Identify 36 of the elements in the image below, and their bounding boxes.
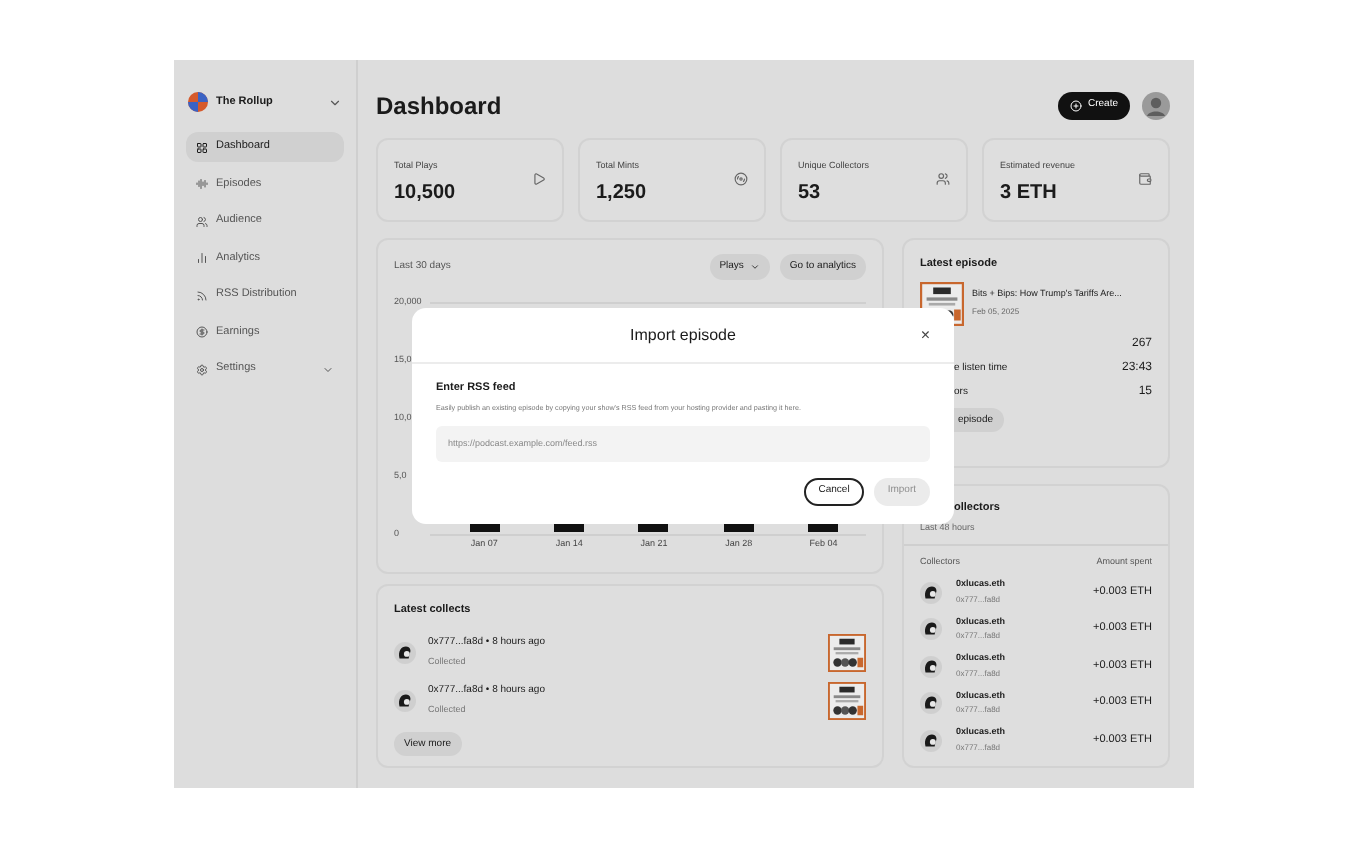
- stat-value: 53: [798, 179, 823, 208]
- chevron-icon[interactable]: [328, 95, 342, 109]
- avatar-icon: [920, 729, 942, 751]
- avatar-icon: [920, 692, 942, 714]
- wallet-icon: [1138, 172, 1152, 186]
- stat-value: 3 ETH: [1000, 179, 1059, 208]
- profile-avatar[interactable]: [1142, 92, 1170, 120]
- logo-icon: [188, 92, 208, 112]
- grid-icon: [196, 141, 208, 153]
- avatar-icon: [394, 641, 416, 664]
- avatar-icon: [920, 581, 942, 603]
- close-button[interactable]: ×: [920, 327, 930, 343]
- dollar-coin-icon: [196, 326, 208, 338]
- dialog-title: Import episode: [630, 323, 736, 347]
- chevron-icon: [749, 262, 760, 272]
- chart-bar: [469, 524, 500, 532]
- avatar-icon: [394, 689, 416, 712]
- rss-icon: [196, 289, 208, 301]
- chart-bar: [723, 524, 754, 532]
- avatar-icon: [920, 655, 942, 677]
- chart-bar: [554, 524, 585, 532]
- settings-icon: [196, 363, 208, 375]
- sound-wave-icon: [196, 178, 208, 190]
- chart-bar: [808, 524, 839, 532]
- play-icon: [532, 172, 546, 186]
- plus-icon: [1069, 100, 1082, 112]
- users-icon: [196, 215, 208, 227]
- page-title: Dashboard: [376, 90, 502, 124]
- stat-value: 10,500: [394, 179, 456, 208]
- users-icon: [936, 172, 950, 186]
- avatar-icon: [920, 618, 942, 640]
- chevron-icon: [322, 363, 334, 375]
- stat-value: 1,250: [596, 179, 647, 208]
- disc-icon: [734, 172, 748, 186]
- bar-chart-icon: [196, 252, 208, 264]
- chart-bar: [638, 524, 669, 532]
